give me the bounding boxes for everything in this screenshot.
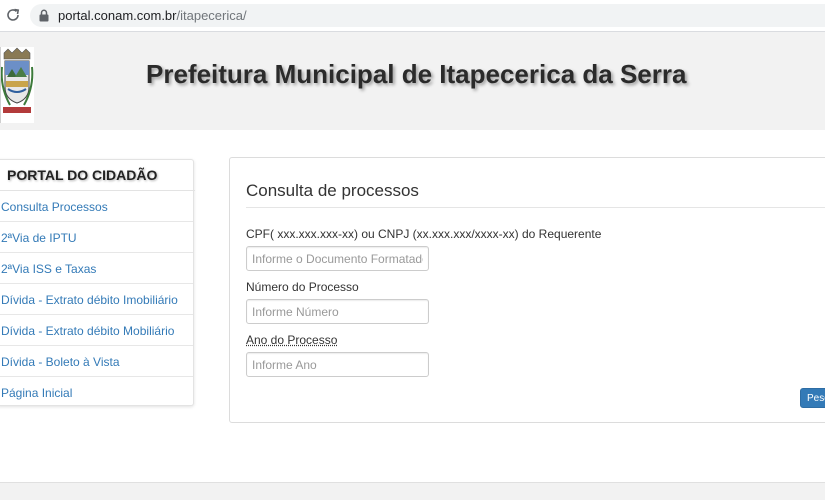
- footer: [0, 482, 825, 500]
- url-path: /itapecerica/: [177, 8, 247, 23]
- sidebar-title: PORTAL DO CIDADÃO: [7, 167, 157, 183]
- process-year-input[interactable]: [246, 352, 429, 377]
- sidebar-item-iptu[interactable]: 2ªVia de IPTU: [0, 222, 193, 253]
- sidebar-item-iss-taxas[interactable]: 2ªVia ISS e Taxas: [0, 253, 193, 284]
- sidebar-item-label[interactable]: Dívida - Boleto à Vista: [1, 355, 120, 369]
- sidebar-item-label[interactable]: Dívida - Extrato débito Mobiliário: [1, 324, 174, 338]
- url-text: portal.conam.com.br/itapecerica/: [58, 8, 247, 23]
- sidebar-header: PORTAL DO CIDADÃO: [0, 160, 195, 191]
- reload-icon[interactable]: [5, 7, 21, 23]
- url-host: portal.conam.com.br: [58, 8, 177, 23]
- sidebar-item-extrato-imobiliario[interactable]: Dívida - Extrato débito Imobiliário: [0, 284, 193, 315]
- site-title: Prefeitura Municipal de Itapecerica da S…: [146, 59, 686, 90]
- sidebar-item-label[interactable]: 2ªVia ISS e Taxas: [1, 262, 96, 276]
- address-bar[interactable]: portal.conam.com.br/itapecerica/: [30, 4, 825, 27]
- panel-title: Consulta de processos: [246, 181, 419, 201]
- lock-icon: [38, 9, 50, 22]
- site-header: Prefeitura Municipal de Itapecerica da S…: [0, 32, 825, 130]
- sidebar-item-label[interactable]: 2ªVia de IPTU: [1, 231, 77, 245]
- coat-of-arms-logo[interactable]: [0, 47, 34, 123]
- search-button[interactable]: Pesq: [800, 388, 825, 408]
- process-search-panel: Consulta de processos CPF( xxx.xxx.xxx-x…: [229, 157, 825, 423]
- browser-toolbar: portal.conam.com.br/itapecerica/: [0, 0, 825, 32]
- process-number-input[interactable]: [246, 299, 429, 324]
- document-input[interactable]: [246, 246, 429, 271]
- sidebar-item-label[interactable]: Consulta Processos: [1, 200, 108, 214]
- process-year-label: Ano do Processo: [246, 333, 337, 347]
- divider: [246, 207, 825, 208]
- sidebar: PORTAL DO CIDADÃO Consulta Processos 2ªV…: [0, 159, 194, 406]
- sidebar-item-extrato-mobiliario[interactable]: Dívida - Extrato débito Mobiliário: [0, 315, 193, 346]
- sidebar-item-label[interactable]: Dívida - Extrato débito Imobiliário: [1, 293, 178, 307]
- sidebar-item-consulta-processos[interactable]: Consulta Processos: [0, 191, 193, 222]
- sidebar-item-pagina-inicial[interactable]: Página Inicial: [0, 377, 193, 408]
- sidebar-item-label[interactable]: Página Inicial: [1, 386, 72, 400]
- process-number-label: Número do Processo: [246, 280, 359, 294]
- sidebar-item-boleto-vista[interactable]: Dívida - Boleto à Vista: [0, 346, 193, 377]
- document-label: CPF( xxx.xxx.xxx-xx) ou CNPJ (xx.xxx.xxx…: [246, 227, 601, 241]
